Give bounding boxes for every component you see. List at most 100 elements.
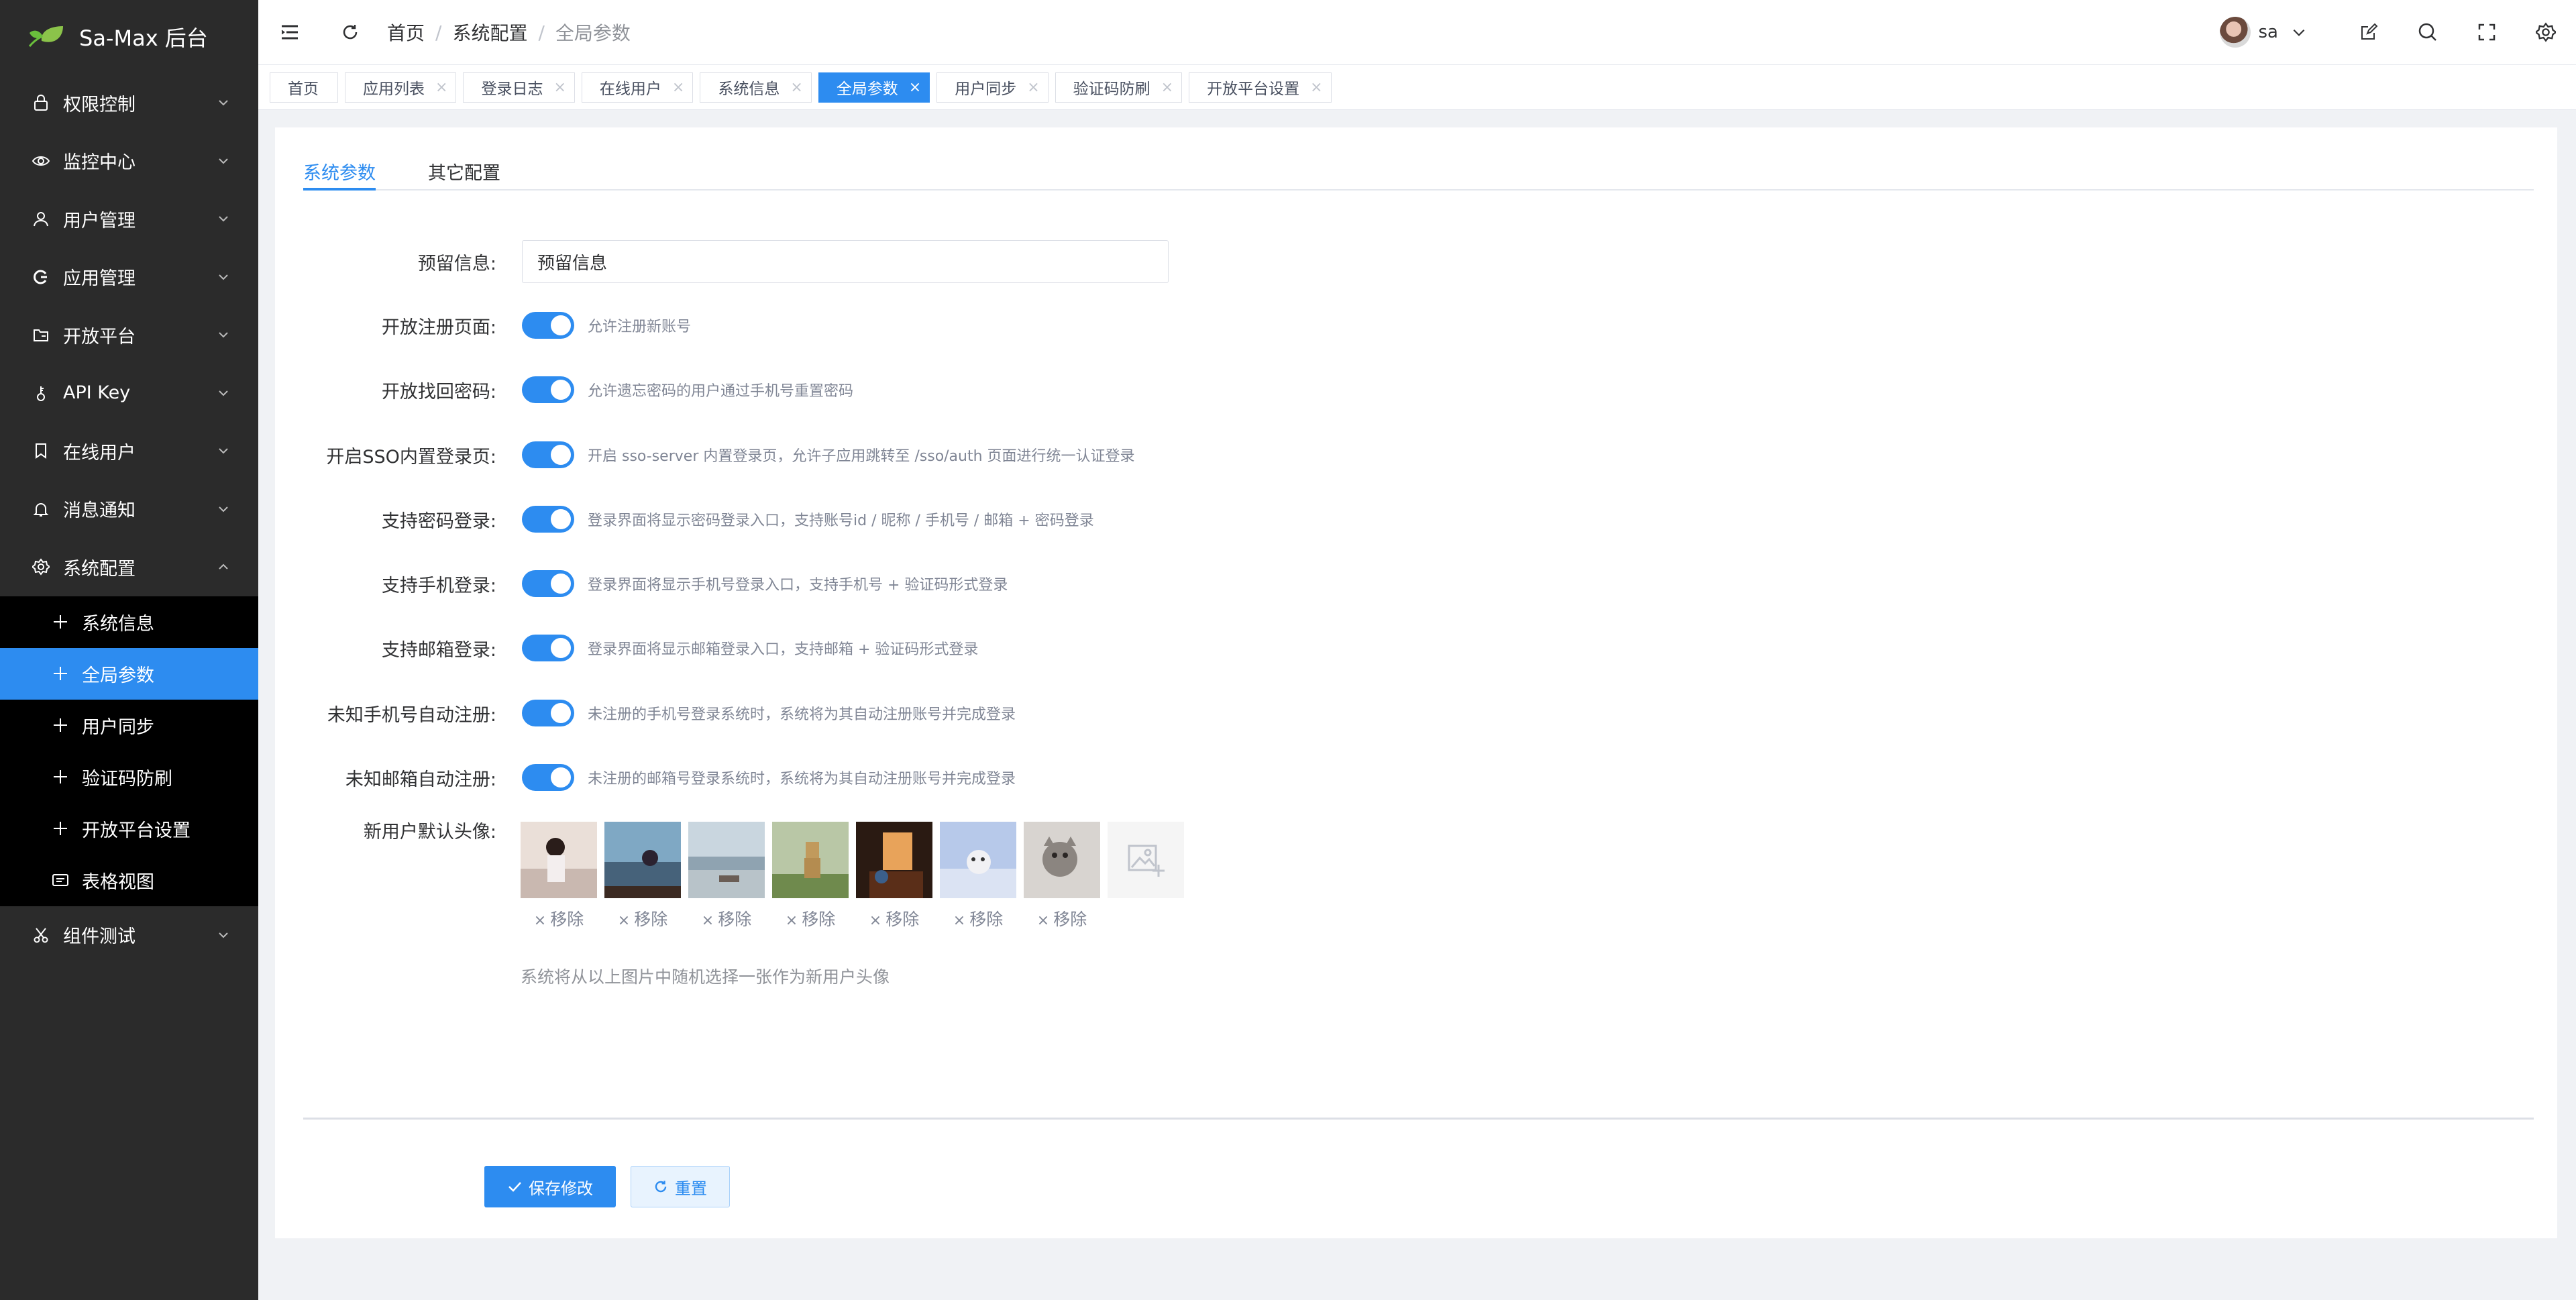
close-icon[interactable]: × bbox=[553, 79, 566, 96]
tab-label: 系统信息 bbox=[718, 80, 780, 98]
close-icon[interactable]: × bbox=[435, 79, 447, 96]
sidebar-subitem-global-params[interactable]: 全局参数 bbox=[0, 647, 258, 700]
close-icon[interactable]: × bbox=[909, 79, 921, 96]
tab-open-platform-settings[interactable]: 开放平台设置 × bbox=[1189, 72, 1332, 103]
switch-description: 未注册的手机号登录系统时，系统将为其自动注册账号并完成登录 bbox=[588, 706, 1016, 723]
avatar-remove-button[interactable]: × 移除 bbox=[856, 906, 932, 930]
refresh-icon[interactable] bbox=[339, 21, 362, 44]
user-icon bbox=[31, 209, 51, 229]
toggle-switch[interactable] bbox=[522, 376, 574, 403]
tab-online-users[interactable]: 在线用户 × bbox=[581, 72, 694, 103]
toggle-switch[interactable] bbox=[522, 700, 574, 726]
logo[interactable]: Sa-Max 后台 bbox=[0, 0, 258, 74]
sidebar-item-online-users[interactable]: 在线用户 bbox=[0, 422, 258, 480]
close-icon[interactable]: × bbox=[1027, 79, 1039, 96]
plus-icon bbox=[51, 767, 70, 786]
chevron-up-icon bbox=[219, 563, 228, 570]
sidebar-item-users[interactable]: 用户管理 bbox=[0, 190, 258, 248]
sidebar-item-api-key[interactable]: API Key bbox=[0, 364, 258, 423]
toggle-switch[interactable] bbox=[522, 506, 574, 533]
tab-app-list[interactable]: 应用列表 × bbox=[345, 72, 457, 103]
sidebar-item-system-config[interactable]: 系统配置 bbox=[0, 538, 258, 596]
tab-label: 应用列表 bbox=[363, 80, 425, 98]
tab-global-params[interactable]: 全局参数 × bbox=[818, 72, 930, 103]
form-row-switch: 开放找回密码: 允许遗忘密码的用户通过手机号重置密码 bbox=[275, 376, 853, 403]
sidebar-item-component-test[interactable]: 组件测试 bbox=[0, 906, 258, 965]
chevron-down-icon[interactable] bbox=[2288, 21, 2310, 44]
breadcrumb-home[interactable]: 首页 bbox=[387, 19, 425, 46]
tab-system-params[interactable]: 系统参数 bbox=[303, 158, 376, 191]
user-name[interactable]: sa bbox=[2259, 22, 2278, 42]
form-row-switch: 支持手机登录: 登录界面将显示手机号登录入口，支持手机号 + 验证码形式登录 bbox=[275, 570, 1008, 597]
sidebar-item-label: 组件测试 bbox=[63, 926, 136, 948]
toggle-switch[interactable] bbox=[522, 635, 574, 661]
tab-user-sync[interactable]: 用户同步 × bbox=[936, 72, 1049, 103]
fullscreen-icon[interactable] bbox=[2475, 21, 2498, 44]
tab-label: 全局参数 bbox=[836, 80, 898, 98]
avatar-hint: 系统将从以上图片中随机选择一张作为新用户头像 bbox=[521, 967, 890, 987]
close-icon[interactable]: × bbox=[790, 79, 802, 96]
tab-other-config[interactable]: 其它配置 bbox=[428, 158, 500, 189]
edit-icon[interactable] bbox=[2357, 21, 2380, 44]
sidebar-subitem-system-info[interactable]: 系统信息 bbox=[0, 596, 258, 648]
avatar-image bbox=[940, 822, 1016, 898]
switch-description: 允许注册新账号 bbox=[588, 319, 692, 335]
sidebar-subitem-captcha[interactable]: 验证码防刷 bbox=[0, 751, 258, 803]
settings-gear-icon[interactable] bbox=[2534, 21, 2557, 44]
tab-system-info[interactable]: 系统信息 × bbox=[700, 72, 812, 103]
form-row-switch: 支持邮箱登录: 登录界面将显示邮箱登录入口，支持邮箱 + 验证码形式登录 bbox=[275, 635, 978, 661]
toggle-switch[interactable] bbox=[522, 312, 574, 339]
tab-home[interactable]: 首页 bbox=[270, 72, 338, 103]
save-button[interactable]: 保存修改 bbox=[484, 1166, 616, 1207]
avatar-remove-button[interactable]: × 移除 bbox=[521, 906, 597, 930]
check-icon bbox=[508, 1182, 521, 1192]
form-label: 新用户默认头像: bbox=[363, 822, 496, 843]
avatar-image bbox=[604, 822, 681, 898]
form-label: 未知手机号自动注册: bbox=[327, 704, 496, 726]
reserve-info-input[interactable] bbox=[522, 240, 1169, 283]
form-row-switch: 开放注册页面: 允许注册新账号 bbox=[275, 312, 691, 339]
reset-button[interactable]: 重置 bbox=[631, 1166, 730, 1207]
tab-label: 首页 bbox=[288, 80, 319, 98]
sidebar-item-monitor[interactable]: 监控中心 bbox=[0, 132, 258, 191]
tab-captcha[interactable]: 验证码防刷 × bbox=[1055, 72, 1183, 103]
avatar-remove-button[interactable]: × 移除 bbox=[772, 906, 849, 930]
close-icon[interactable]: × bbox=[672, 79, 684, 96]
toggle-switch[interactable] bbox=[522, 441, 574, 468]
avatar-remove-button[interactable]: × 移除 bbox=[1024, 906, 1100, 930]
sidebar-item-notifications[interactable]: 消息通知 bbox=[0, 480, 258, 539]
avatar-image bbox=[856, 822, 932, 898]
switch-description: 未注册的邮箱号登录系统时，系统将为其自动注册账号并完成登录 bbox=[588, 771, 1016, 788]
form-row-switch: 支持密码登录: 登录界面将显示密码登录入口，支持账号id / 昵称 / 手机号 … bbox=[275, 506, 1094, 533]
toggle-switch[interactable] bbox=[522, 764, 574, 791]
search-icon[interactable] bbox=[2416, 21, 2439, 44]
sidebar-subitem-open-platform-settings[interactable]: 开放平台设置 bbox=[0, 803, 258, 855]
avatar[interactable] bbox=[2219, 17, 2251, 48]
menu-toggle-icon[interactable] bbox=[278, 21, 301, 44]
refresh-icon bbox=[655, 1181, 667, 1193]
chevron-down-icon bbox=[219, 390, 228, 396]
tab-login-log[interactable]: 登录日志 × bbox=[463, 72, 575, 103]
avatar-remove-button[interactable]: × 移除 bbox=[940, 906, 1016, 930]
sidebar-item-open-platform[interactable]: 开放平台 bbox=[0, 306, 258, 364]
avatar-item: × 移除 bbox=[1024, 822, 1100, 930]
avatar-upload-button[interactable] bbox=[1108, 822, 1184, 898]
sidebar-subitem-user-sync[interactable]: 用户同步 bbox=[0, 700, 258, 751]
avatar-remove-button[interactable]: × 移除 bbox=[604, 906, 681, 930]
sidebar-subitem-table-view[interactable]: 表格视图 bbox=[0, 855, 258, 906]
bookmark-icon bbox=[31, 441, 51, 461]
sidebar-item-permissions[interactable]: 权限控制 bbox=[0, 74, 258, 132]
breadcrumb-system-config[interactable]: 系统配置 bbox=[452, 19, 527, 46]
divider bbox=[303, 1118, 2534, 1120]
avatar-gallery: × 移除 × 移除 × 移除 × 移除 × 移除 × 移除 × 移除 bbox=[521, 822, 1184, 930]
avatar-remove-button[interactable]: × 移除 bbox=[688, 906, 765, 930]
sidebar-subitem-label: 开放平台设置 bbox=[82, 820, 191, 841]
chevron-down-icon bbox=[219, 158, 228, 164]
switch-description: 允许遗忘密码的用户通过手机号重置密码 bbox=[588, 383, 854, 400]
close-icon[interactable]: × bbox=[1161, 79, 1173, 96]
toggle-switch[interactable] bbox=[522, 570, 574, 597]
sidebar-item-apps[interactable]: 应用管理 bbox=[0, 248, 258, 307]
bell-icon bbox=[31, 499, 51, 519]
close-icon[interactable]: × bbox=[1310, 79, 1322, 96]
sidebar-subitem-label: 表格视图 bbox=[82, 871, 154, 893]
